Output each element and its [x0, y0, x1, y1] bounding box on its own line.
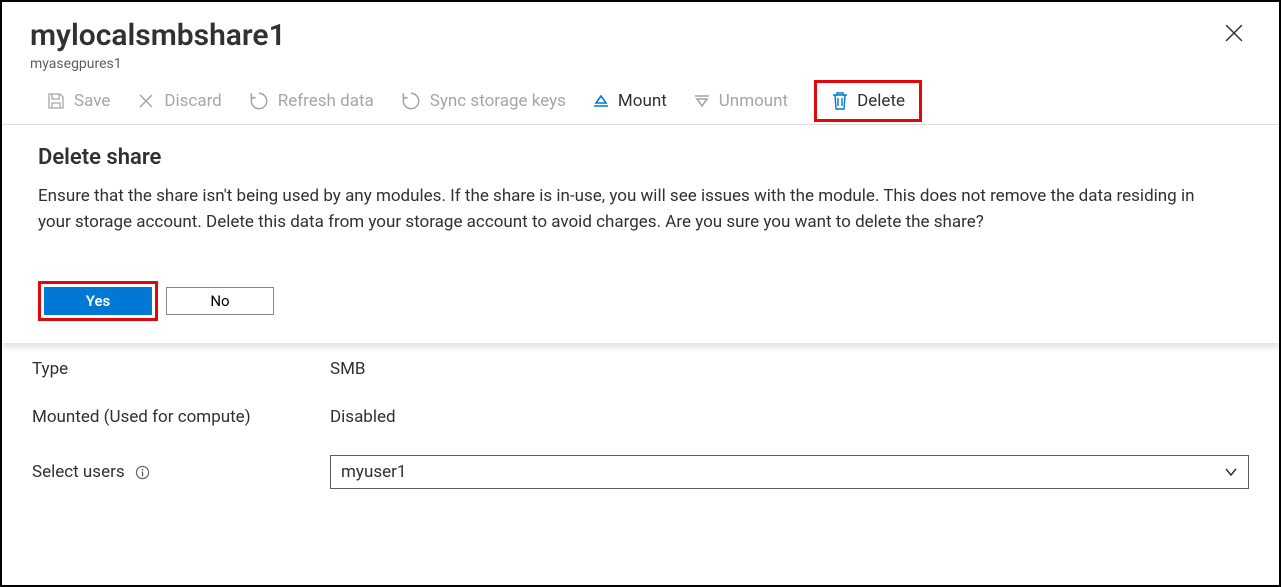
unmount-icon [693, 92, 711, 110]
sync-icon [400, 90, 422, 112]
select-users-value: myuser1 [341, 462, 406, 482]
no-button[interactable]: No [166, 287, 274, 315]
page-title: mylocalsmbshare1 [30, 18, 1251, 54]
refresh-icon [248, 90, 270, 112]
page-subtitle: myasegpures1 [30, 56, 1251, 72]
unmount-button[interactable]: Unmount [693, 91, 788, 111]
delete-highlight: Delete [814, 80, 922, 122]
mount-button[interactable]: Mount [592, 91, 667, 111]
mounted-label: Mounted (Used for compute) [32, 407, 330, 427]
chevron-down-icon [1224, 465, 1238, 479]
delete-button[interactable]: Delete [831, 91, 905, 111]
type-value: SMB [330, 359, 366, 379]
save-label: Save [74, 91, 110, 111]
sync-label: Sync storage keys [430, 91, 566, 111]
mounted-row: Mounted (Used for compute) Disabled [32, 393, 1249, 441]
header: mylocalsmbshare1 myasegpures1 [2, 2, 1279, 76]
dialog-actions: Yes No [38, 281, 1243, 321]
discard-label: Discard [164, 91, 221, 111]
mount-label: Mount [618, 91, 667, 111]
discard-button[interactable]: Discard [136, 91, 221, 111]
dialog-title: Delete share [38, 145, 1243, 170]
save-icon [46, 91, 66, 111]
yes-button[interactable]: Yes [44, 287, 152, 315]
trash-icon [831, 91, 849, 111]
delete-confirm-panel: Delete share Ensure that the share isn't… [2, 125, 1279, 343]
select-users-row: Select users myuser1 [32, 441, 1249, 503]
unmount-label: Unmount [719, 91, 788, 111]
select-users-dropdown[interactable]: myuser1 [330, 455, 1249, 489]
details-section: Type SMB Mounted (Used for compute) Disa… [2, 343, 1279, 523]
refresh-label: Refresh data [278, 91, 374, 111]
toolbar: Save Discard Refresh data Sync storage k… [2, 76, 1279, 125]
refresh-button[interactable]: Refresh data [248, 90, 374, 112]
close-button[interactable] [1225, 24, 1245, 44]
delete-label: Delete [857, 91, 905, 111]
type-row: Type SMB [32, 353, 1249, 393]
mount-icon [592, 92, 610, 110]
sync-button[interactable]: Sync storage keys [400, 90, 566, 112]
mounted-value: Disabled [330, 407, 396, 427]
info-icon[interactable] [135, 465, 150, 480]
save-button[interactable]: Save [46, 91, 110, 111]
dialog-body: Ensure that the share isn't being used b… [38, 184, 1208, 235]
type-label: Type [32, 359, 330, 379]
close-icon [1225, 24, 1243, 42]
yes-highlight: Yes [38, 281, 158, 321]
discard-icon [136, 91, 156, 111]
select-users-label: Select users [32, 462, 330, 482]
